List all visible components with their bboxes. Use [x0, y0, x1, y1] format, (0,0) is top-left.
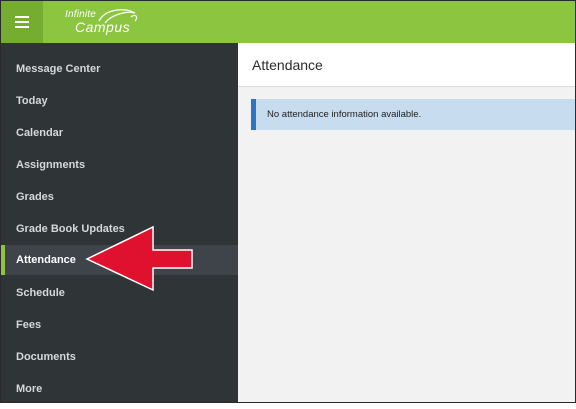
info-notice: No attendance information available.	[251, 99, 575, 130]
logo-line2: Campus	[75, 19, 131, 35]
sidebar-item-fees[interactable]: Fees	[1, 310, 238, 340]
infinite-campus-logo[interactable]: Infinite Campus	[65, 7, 155, 37]
sidebar-item-assignments[interactable]: Assignments	[1, 150, 238, 180]
sidebar-item-attendance[interactable]: Attendance	[1, 245, 238, 275]
hamburger-menu-icon	[15, 16, 29, 18]
sidebar-item-grades[interactable]: Grades	[1, 182, 238, 212]
sidebar-item-label: Assignments	[16, 159, 86, 171]
top-bar: Infinite Campus	[1, 1, 575, 43]
page-title: Attendance	[252, 57, 323, 73]
hamburger-menu-button[interactable]	[1, 1, 43, 43]
app-window: Infinite Campus Message Center Today Cal…	[0, 0, 576, 403]
sidebar: Message Center Today Calendar Assignment…	[1, 43, 238, 402]
sidebar-item-grade-book-updates[interactable]: Grade Book Updates	[1, 214, 238, 244]
sidebar-item-schedule[interactable]: Schedule	[1, 278, 238, 308]
sidebar-item-today[interactable]: Today	[1, 86, 238, 116]
sidebar-item-label: Fees	[16, 319, 42, 331]
hamburger-menu-icon	[15, 26, 29, 28]
sidebar-item-label: Message Center	[16, 63, 101, 75]
sidebar-item-label: More	[16, 383, 43, 395]
sidebar-item-label: Calendar	[16, 127, 64, 139]
sidebar-item-label: Today	[16, 95, 48, 107]
main-content: Attendance No attendance information ava…	[238, 43, 575, 402]
sidebar-item-calendar[interactable]: Calendar	[1, 118, 238, 148]
sidebar-item-label: Grade Book Updates	[16, 223, 125, 235]
sidebar-item-label: Documents	[16, 351, 76, 363]
sidebar-item-more[interactable]: More	[1, 374, 238, 402]
sidebar-item-message-center[interactable]: Message Center	[1, 54, 238, 84]
hamburger-menu-icon	[15, 21, 29, 23]
notice-text: No attendance information available.	[267, 109, 422, 120]
sidebar-item-label: Schedule	[16, 287, 65, 299]
sidebar-item-label: Grades	[16, 191, 54, 203]
page-header: Attendance	[238, 43, 575, 87]
sidebar-item-label: Attendance	[16, 254, 76, 266]
sidebar-item-documents[interactable]: Documents	[1, 342, 238, 372]
